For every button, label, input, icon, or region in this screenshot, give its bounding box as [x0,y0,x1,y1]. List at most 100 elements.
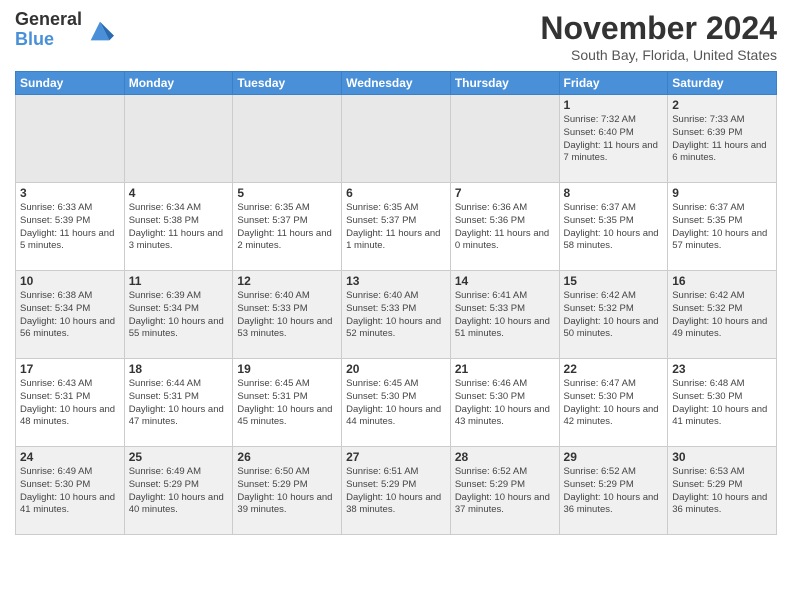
subtitle: South Bay, Florida, United States [540,47,777,63]
day-info: Sunrise: 6:37 AM Sunset: 5:35 PM Dayligh… [564,202,664,253]
day-number: 5 [237,186,337,200]
day-header-friday: Friday [559,72,668,95]
day-info: Sunrise: 6:39 AM Sunset: 5:34 PM Dayligh… [129,290,229,341]
day-info: Sunrise: 7:33 AM Sunset: 6:39 PM Dayligh… [672,114,772,165]
calendar-cell: 15 Sunrise: 6:42 AM Sunset: 5:32 PM Dayli… [559,271,668,359]
day-info: Sunrise: 6:40 AM Sunset: 5:33 PM Dayligh… [237,290,337,341]
calendar-cell: 16 Sunrise: 6:42 AM Sunset: 5:32 PM Dayli… [668,271,777,359]
day-number: 19 [237,362,337,376]
calendar-week-5: 24 Sunrise: 6:49 AM Sunset: 5:30 PM Dayli… [16,447,777,535]
calendar-cell: 10 Sunrise: 6:38 AM Sunset: 5:34 PM Dayli… [16,271,125,359]
calendar-cell: 3Sunrise: 6:33 AM Sunset: 5:39 PM Daylig… [16,183,125,271]
day-header-sunday: Sunday [16,72,125,95]
day-info: Sunrise: 6:46 AM Sunset: 5:30 PM Dayligh… [455,378,555,429]
logo-general: General [15,10,82,30]
day-number: 2 [672,98,772,112]
day-number: 11 [129,274,229,288]
day-number: 29 [564,450,664,464]
day-number: 14 [455,274,555,288]
day-info: Sunrise: 6:44 AM Sunset: 5:31 PM Dayligh… [129,378,229,429]
day-number: 22 [564,362,664,376]
day-number: 4 [129,186,229,200]
calendar-cell: 28Sunrise: 6:52 AM Sunset: 5:29 PM Dayli… [450,447,559,535]
calendar-week-4: 17 Sunrise: 6:43 AM Sunset: 5:31 PM Dayli… [16,359,777,447]
day-header-saturday: Saturday [668,72,777,95]
calendar-cell: 24 Sunrise: 6:49 AM Sunset: 5:30 PM Dayli… [16,447,125,535]
day-info: Sunrise: 6:38 AM Sunset: 5:34 PM Dayligh… [20,290,120,341]
calendar-cell: 22 Sunrise: 6:47 AM Sunset: 5:30 PM Dayli… [559,359,668,447]
day-info: Sunrise: 6:34 AM Sunset: 5:38 PM Dayligh… [129,202,229,253]
day-number: 20 [346,362,446,376]
day-number: 26 [237,450,337,464]
day-info: Sunrise: 6:36 AM Sunset: 5:36 PM Dayligh… [455,202,555,253]
title-block: November 2024 South Bay, Florida, United… [540,10,777,63]
calendar-cell [16,95,125,183]
day-info: Sunrise: 7:32 AM Sunset: 6:40 PM Dayligh… [564,114,664,165]
day-number: 17 [20,362,120,376]
calendar-cell: 4 Sunrise: 6:34 AM Sunset: 5:38 PM Daylig… [124,183,233,271]
calendar-cell: 13Sunrise: 6:40 AM Sunset: 5:33 PM Dayli… [342,271,451,359]
logo: General Blue [15,10,114,50]
calendar-cell: 1 Sunrise: 7:32 AM Sunset: 6:40 PM Daylig… [559,95,668,183]
day-number: 25 [129,450,229,464]
day-info: Sunrise: 6:35 AM Sunset: 5:37 PM Dayligh… [346,202,446,253]
calendar-cell: 25 Sunrise: 6:49 AM Sunset: 5:29 PM Dayli… [124,447,233,535]
day-info: Sunrise: 6:52 AM Sunset: 5:29 PM Dayligh… [564,466,664,517]
day-number: 18 [129,362,229,376]
day-number: 30 [672,450,772,464]
calendar-cell: 26 Sunrise: 6:50 AM Sunset: 5:29 PM Dayli… [233,447,342,535]
logo-icon [86,17,114,45]
calendar-cell [342,95,451,183]
day-number: 16 [672,274,772,288]
day-info: Sunrise: 6:51 AM Sunset: 5:29 PM Dayligh… [346,466,446,517]
day-number: 27 [346,450,446,464]
logo-blue: Blue [15,30,82,50]
day-number: 7 [455,186,555,200]
day-header-thursday: Thursday [450,72,559,95]
calendar-cell: 14Sunrise: 6:41 AM Sunset: 5:33 PM Dayli… [450,271,559,359]
day-info: Sunrise: 6:48 AM Sunset: 5:30 PM Dayligh… [672,378,772,429]
calendar-week-2: 3Sunrise: 6:33 AM Sunset: 5:39 PM Daylig… [16,183,777,271]
calendar-header-row: SundayMondayTuesdayWednesdayThursdayFrid… [16,72,777,95]
day-number: 15 [564,274,664,288]
calendar-cell: 12Sunrise: 6:40 AM Sunset: 5:33 PM Dayli… [233,271,342,359]
day-info: Sunrise: 6:47 AM Sunset: 5:30 PM Dayligh… [564,378,664,429]
day-info: Sunrise: 6:45 AM Sunset: 5:31 PM Dayligh… [237,378,337,429]
day-info: Sunrise: 6:42 AM Sunset: 5:32 PM Dayligh… [672,290,772,341]
day-info: Sunrise: 6:45 AM Sunset: 5:30 PM Dayligh… [346,378,446,429]
calendar-cell [233,95,342,183]
calendar-week-1: 1 Sunrise: 7:32 AM Sunset: 6:40 PM Daylig… [16,95,777,183]
page-container: General Blue November 2024 South Bay, Fl… [0,0,792,612]
day-info: Sunrise: 6:42 AM Sunset: 5:32 PM Dayligh… [564,290,664,341]
calendar-cell: 30 Sunrise: 6:53 AM Sunset: 5:29 PM Dayli… [668,447,777,535]
calendar-cell [450,95,559,183]
calendar-cell: 2 Sunrise: 7:33 AM Sunset: 6:39 PM Daylig… [668,95,777,183]
calendar-cell [124,95,233,183]
day-info: Sunrise: 6:53 AM Sunset: 5:29 PM Dayligh… [672,466,772,517]
calendar-cell: 19 Sunrise: 6:45 AM Sunset: 5:31 PM Dayli… [233,359,342,447]
day-info: Sunrise: 6:43 AM Sunset: 5:31 PM Dayligh… [20,378,120,429]
calendar-cell: 21Sunrise: 6:46 AM Sunset: 5:30 PM Dayli… [450,359,559,447]
day-number: 10 [20,274,120,288]
day-info: Sunrise: 6:35 AM Sunset: 5:37 PM Dayligh… [237,202,337,253]
day-info: Sunrise: 6:52 AM Sunset: 5:29 PM Dayligh… [455,466,555,517]
day-header-tuesday: Tuesday [233,72,342,95]
day-number: 6 [346,186,446,200]
calendar-cell: 18 Sunrise: 6:44 AM Sunset: 5:31 PM Dayli… [124,359,233,447]
day-number: 1 [564,98,664,112]
day-info: Sunrise: 6:37 AM Sunset: 5:35 PM Dayligh… [672,202,772,253]
day-number: 3 [20,186,120,200]
calendar-cell: 23Sunrise: 6:48 AM Sunset: 5:30 PM Dayli… [668,359,777,447]
calendar-cell: 20 Sunrise: 6:45 AM Sunset: 5:30 PM Dayli… [342,359,451,447]
day-info: Sunrise: 6:49 AM Sunset: 5:29 PM Dayligh… [129,466,229,517]
day-header-wednesday: Wednesday [342,72,451,95]
calendar-cell: 11 Sunrise: 6:39 AM Sunset: 5:34 PM Dayli… [124,271,233,359]
day-number: 24 [20,450,120,464]
calendar-cell: 8Sunrise: 6:37 AM Sunset: 5:35 PM Daylig… [559,183,668,271]
calendar-cell: 7 Sunrise: 6:36 AM Sunset: 5:36 PM Daylig… [450,183,559,271]
day-info: Sunrise: 6:50 AM Sunset: 5:29 PM Dayligh… [237,466,337,517]
month-title: November 2024 [540,10,777,47]
calendar-cell: 29 Sunrise: 6:52 AM Sunset: 5:29 PM Dayli… [559,447,668,535]
day-number: 13 [346,274,446,288]
day-info: Sunrise: 6:49 AM Sunset: 5:30 PM Dayligh… [20,466,120,517]
